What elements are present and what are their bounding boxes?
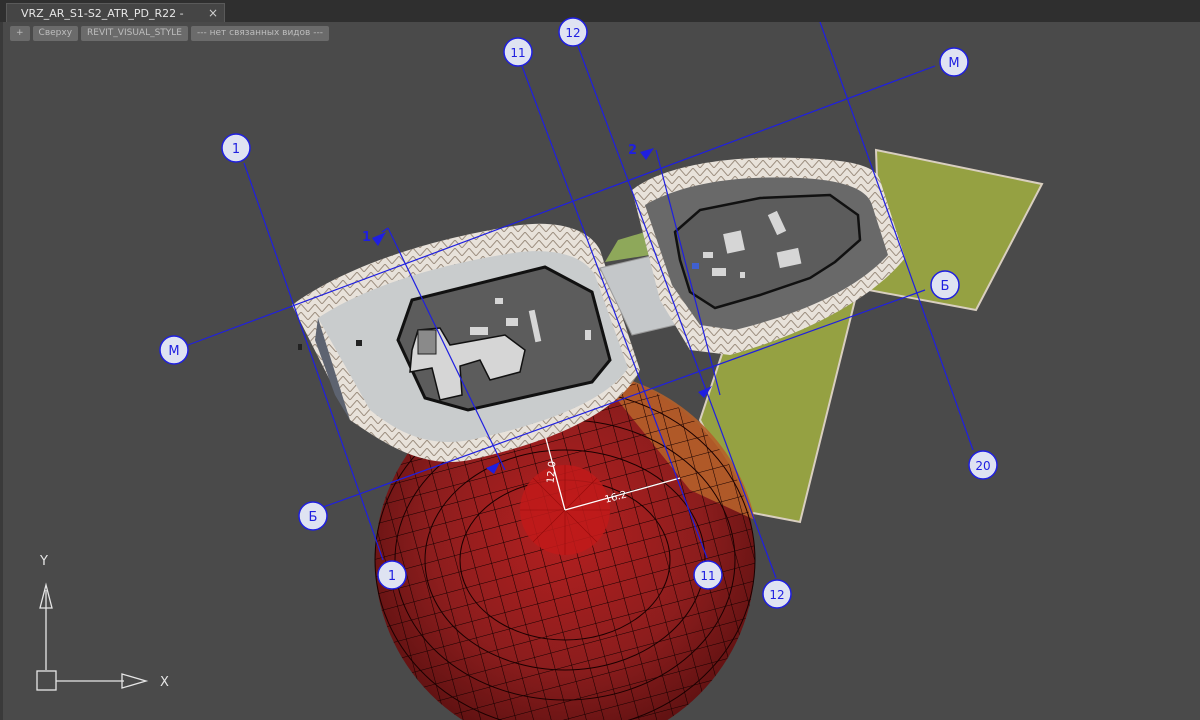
ucs-y-label: Y xyxy=(39,554,48,569)
visual-style-control[interactable]: REVIT_VISUAL_STYLE xyxy=(81,26,188,41)
ucs-x-label: X xyxy=(160,675,169,690)
viewport-menu-button[interactable]: + xyxy=(10,26,30,41)
grid-bubble-label: Б xyxy=(309,510,318,525)
grid-bubble-label: 1 xyxy=(232,142,240,157)
named-views-control[interactable]: --- нет связанных видов --- xyxy=(191,26,329,41)
grid-bubble-label: 11 xyxy=(700,569,715,583)
ucs-icon xyxy=(36,582,149,691)
grid-bubble-11-top[interactable]: 11 xyxy=(503,37,533,67)
grid-bubble-b-left[interactable]: Б xyxy=(298,501,328,531)
section-marker-1[interactable]: 1 xyxy=(362,230,371,245)
grid-bubble-20[interactable]: 20 xyxy=(968,450,998,480)
grid-bubble-label: 12 xyxy=(565,26,580,40)
section-marker-1-label: 1 xyxy=(362,230,371,245)
grid-bubble-label: М xyxy=(948,56,959,71)
grid-bubble-11-bottom[interactable]: 11 xyxy=(693,560,723,590)
viewport-controls: + Сверху REVIT_VISUAL_STYLE --- нет связ… xyxy=(10,26,329,41)
grid-bubble-label: М xyxy=(168,344,179,359)
grid-bubble-12-bottom[interactable]: 12 xyxy=(762,579,792,609)
grid-bubble-m-right[interactable]: М xyxy=(939,47,969,77)
grid-bubble-label: Б xyxy=(941,279,950,294)
section-marker-2-label: 2 xyxy=(628,143,637,158)
section-marker-2[interactable]: 2 xyxy=(628,143,637,158)
grid-bubble-1-bottom[interactable]: 1 xyxy=(377,560,407,590)
grid-bubble-1-top[interactable]: 1 xyxy=(221,133,251,163)
model-space: 1 2 12.0 16.2 М М Б Б 1 1 11 11 12 12 20… xyxy=(36,17,1044,720)
grid-bubble-m-left[interactable]: М xyxy=(159,335,189,365)
view-control[interactable]: Сверху xyxy=(32,26,79,41)
grid-bubble-b-right[interactable]: Б xyxy=(930,270,960,300)
grid-bubble-label: 20 xyxy=(975,459,990,473)
grid-bubble-label: 12 xyxy=(769,588,784,602)
grid-bubble-label: 1 xyxy=(388,569,396,584)
dimension-label-radius: 12.0 xyxy=(546,461,559,484)
grid-bubble-label: 11 xyxy=(510,46,525,60)
grid-bubble-12-top[interactable]: 12 xyxy=(558,17,588,47)
